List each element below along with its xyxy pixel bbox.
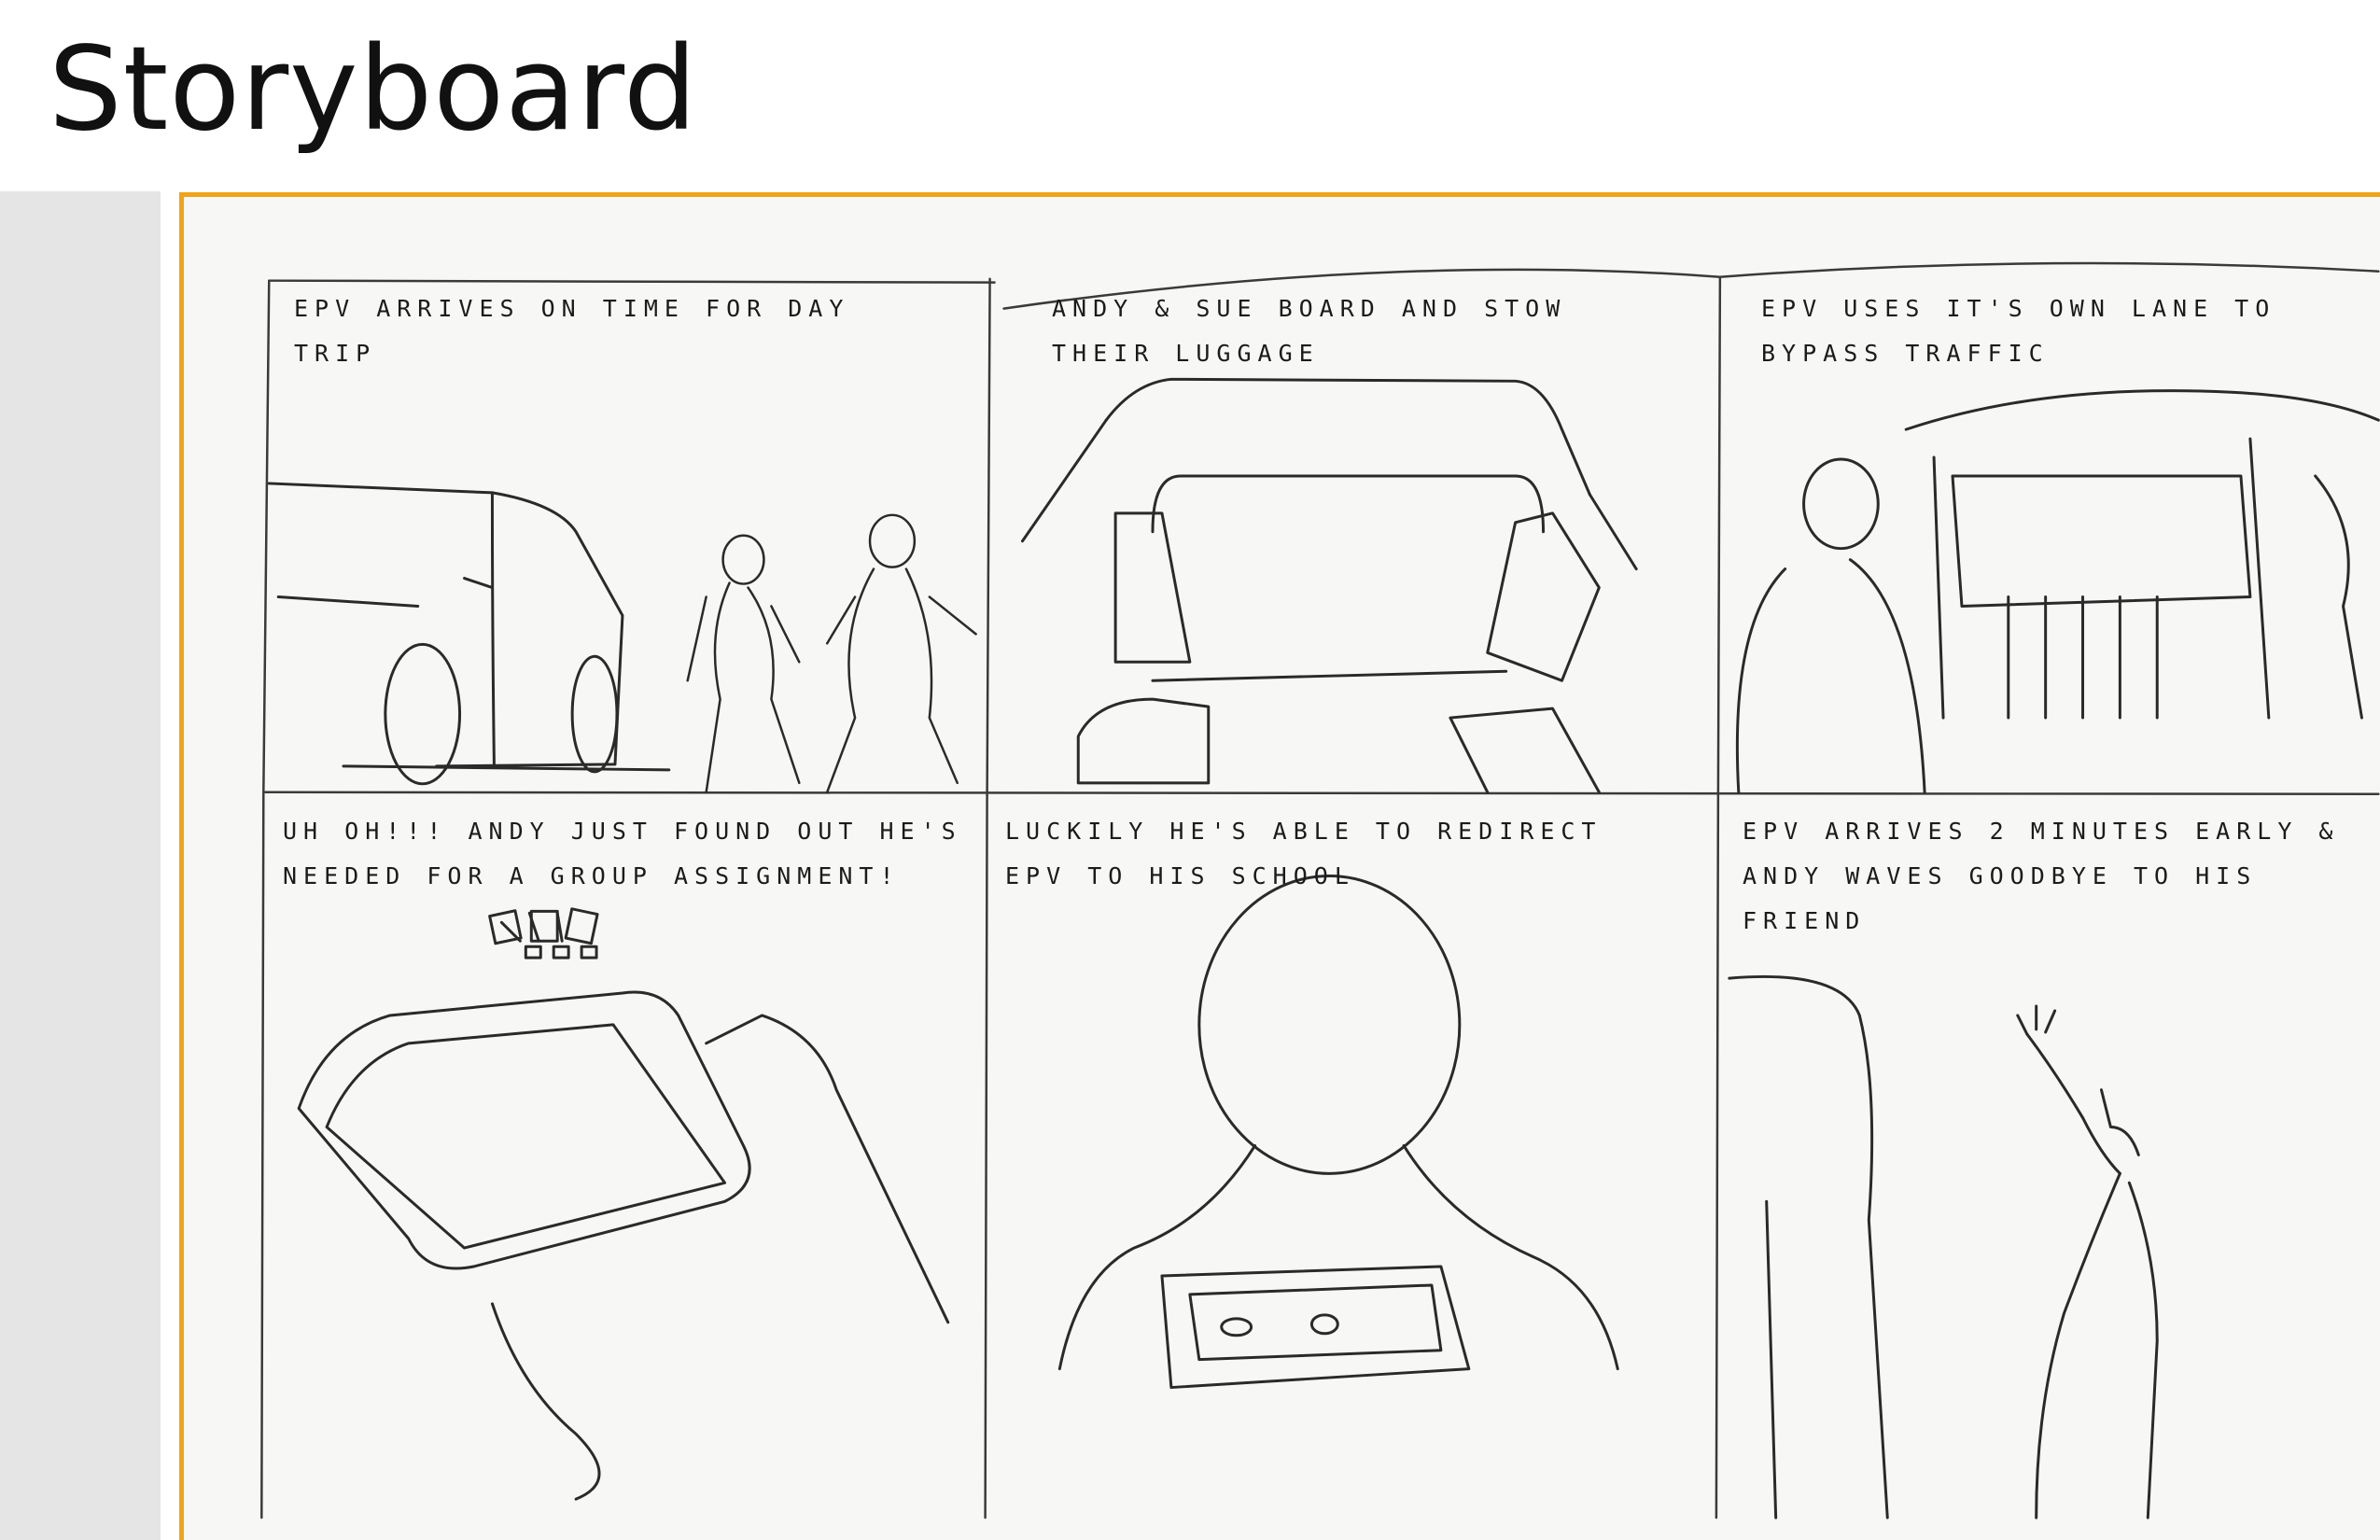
panel-3-caption: EPV USES IT'S OWN LANE TO BYPASS TRAFFIC (1761, 295, 2297, 367)
sketch-interior (1020, 377, 1638, 794)
storyboard-frame: EPV ARRIVES ON TIME FOR DAY TRIP ANDY & … (179, 192, 2380, 1540)
page-title: Storyboard (49, 22, 698, 157)
panel-5-caption: LUCKILY HE'S ABLE TO REDIRECT EPV TO HIS… (1005, 818, 1623, 889)
sketch-vehicle (267, 482, 671, 786)
panel-6-caption: EPV ARRIVES 2 MINUTES EARLY & ANDY WAVES… (1743, 818, 2360, 934)
sketch-head (1057, 874, 1619, 1390)
sketch-passenger (1735, 389, 2380, 794)
panel-4-caption: UH OH!!! ANDY JUST FOUND OUT HE'S NEEDED… (283, 818, 983, 889)
sketch-waving-figure (1728, 974, 2159, 1519)
sketch-people (686, 513, 977, 794)
panel-2-caption: ANDY & SUE BOARD AND STOW THEIR LUGGAGE (1052, 295, 1588, 367)
sidebar-panel (0, 191, 161, 1540)
panel-1-caption: EPV ARRIVES ON TIME FOR DAY TRIP (294, 295, 871, 367)
sketch-phone (297, 907, 950, 1501)
